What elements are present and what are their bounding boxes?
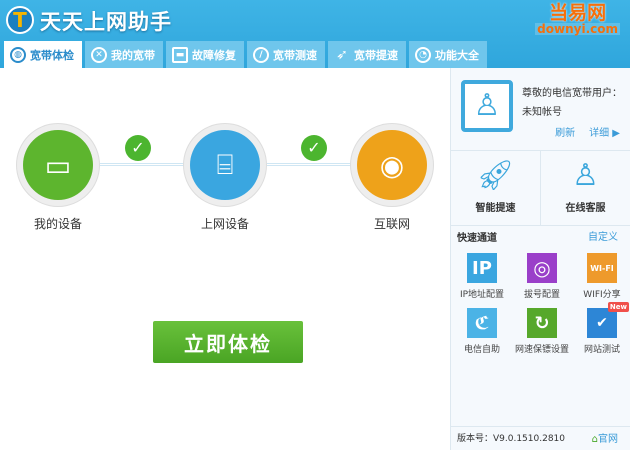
globe-icon: ◍: [10, 46, 26, 63]
shield-icon: ↻: [527, 308, 557, 338]
customize-link[interactable]: 自定义: [588, 228, 618, 243]
network-icon: ✕: [91, 46, 107, 63]
button-label: 拔号配置: [523, 290, 560, 300]
rocket-icon: ➶: [336, 46, 348, 63]
user-avatar-icon: ♙: [461, 80, 513, 132]
my-device-node: ▭: [17, 124, 99, 206]
speedometer-icon: /: [253, 46, 269, 63]
tab-fault-repair[interactable]: ▬ 故障修复: [166, 41, 244, 68]
button-label: 在线客服: [565, 203, 606, 214]
official-site-link[interactable]: ⌂官网: [592, 430, 618, 445]
tab-speed-test[interactable]: / 宽带测速: [247, 41, 325, 68]
smart-speedup-button[interactable]: 🚀︎ 智能提速: [451, 151, 540, 225]
start-check-button[interactable]: 立即体检: [153, 321, 303, 363]
tab-label: 我的宽带: [111, 48, 155, 62]
my-device-label: 我的设备: [33, 217, 82, 231]
tab-bar: ◍ 宽带体检 ✕ 我的宽带 ▬ 故障修复 / 宽带测速 ➶ 宽带提速 ◔ 功能大全: [4, 41, 487, 68]
button-label: 智能提速: [475, 203, 516, 214]
account-name: 未知帐号: [522, 107, 562, 118]
tab-label: 故障修复: [192, 48, 236, 62]
new-badge: New: [607, 302, 629, 312]
button-label: 电信自助: [463, 345, 500, 355]
button-label: WIFI分享: [583, 290, 621, 300]
divider: [451, 426, 630, 427]
button-label: 网速保镖设置: [514, 345, 569, 355]
app-title: 天天上网助手: [40, 10, 172, 34]
watermark-logo: 当易网 downyi.com: [535, 2, 620, 36]
tab-speed-up[interactable]: ➶ 宽带提速: [328, 41, 406, 68]
app-logo-icon: T: [6, 6, 34, 34]
check-icon: ✓: [125, 135, 151, 161]
tab-label: 宽带测速: [273, 48, 317, 62]
internet-label: 互联网: [373, 217, 410, 231]
check-panel: ▭ ⌸ ◉ ✓ ✓ 我的设备 上网设备 互联网 立即体检: [0, 68, 450, 450]
rocket-icon: 🚀︎: [476, 158, 515, 193]
tab-my-broadband[interactable]: ✕ 我的宽带: [85, 41, 163, 68]
router-icon: ⌸: [190, 130, 260, 200]
ip-icon: IP: [467, 253, 497, 283]
tab-broadband-check[interactable]: ◍ 宽带体检: [4, 41, 82, 68]
apps-icon: ◔: [415, 46, 431, 63]
tab-label: 功能大全: [435, 48, 479, 62]
support-agent-icon: ♙: [572, 158, 599, 193]
wifi-share-button[interactable]: WI-FI WIFI分享: [572, 253, 630, 300]
title-bar: T 天天上网助手 当易网 downyi.com ◍ 宽带体检 ✕ 我的宽带 ▬ 故障修复…: [0, 0, 630, 68]
button-label: 网站测试: [583, 345, 620, 355]
version-text: 版本号：V9.0.1510.2810: [457, 434, 566, 444]
link-label: 官网: [598, 434, 618, 445]
dial-icon: ◎: [527, 253, 557, 283]
tab-label: 宽带提速: [354, 48, 398, 62]
detail-link[interactable]: 详细 ▶: [589, 124, 620, 139]
quick-access-title: 快速通道: [457, 233, 497, 244]
browser-check-icon: ✔ New: [587, 302, 629, 338]
button-label: IP地址配置: [459, 290, 505, 300]
router-label: 上网设备: [200, 217, 249, 231]
ip-config-button[interactable]: IP IP地址配置: [452, 253, 512, 300]
divider: [451, 225, 630, 226]
connection-line: [100, 163, 184, 166]
globe-icon: ◉: [357, 130, 427, 200]
monitor-icon: ▭: [23, 130, 93, 200]
dial-config-button[interactable]: ◎ 拔号配置: [512, 253, 572, 300]
tab-label: 宽带体检: [30, 48, 74, 62]
telecom-icon: ℭ: [467, 308, 497, 338]
side-panel: ♙ 尊敬的电信宽带用户： 未知帐号 刷新 详细 ▶ 🚀︎ 智能提速 ♙ 在线客服 快速…: [450, 68, 630, 450]
toolbox-icon: ▬: [172, 46, 188, 63]
online-service-button[interactable]: ♙ 在线客服: [541, 151, 630, 225]
refresh-link[interactable]: 刷新: [555, 124, 575, 139]
internet-node: ◉: [351, 124, 433, 206]
router-node: ⌸: [184, 124, 266, 206]
tab-all-functions[interactable]: ◔ 功能大全: [409, 41, 487, 68]
greeting-text: 尊敬的电信宽带用户：: [522, 88, 622, 99]
telecom-self-service-button[interactable]: ℭ 电信自助: [452, 308, 512, 355]
speed-guard-button[interactable]: ↻ 网速保镖设置: [512, 308, 572, 355]
connection-line: [267, 163, 351, 166]
wifi-icon: WI-FI: [587, 253, 617, 283]
check-icon: ✓: [301, 135, 327, 161]
website-test-button[interactable]: ✔ New 网站测试: [572, 302, 630, 355]
